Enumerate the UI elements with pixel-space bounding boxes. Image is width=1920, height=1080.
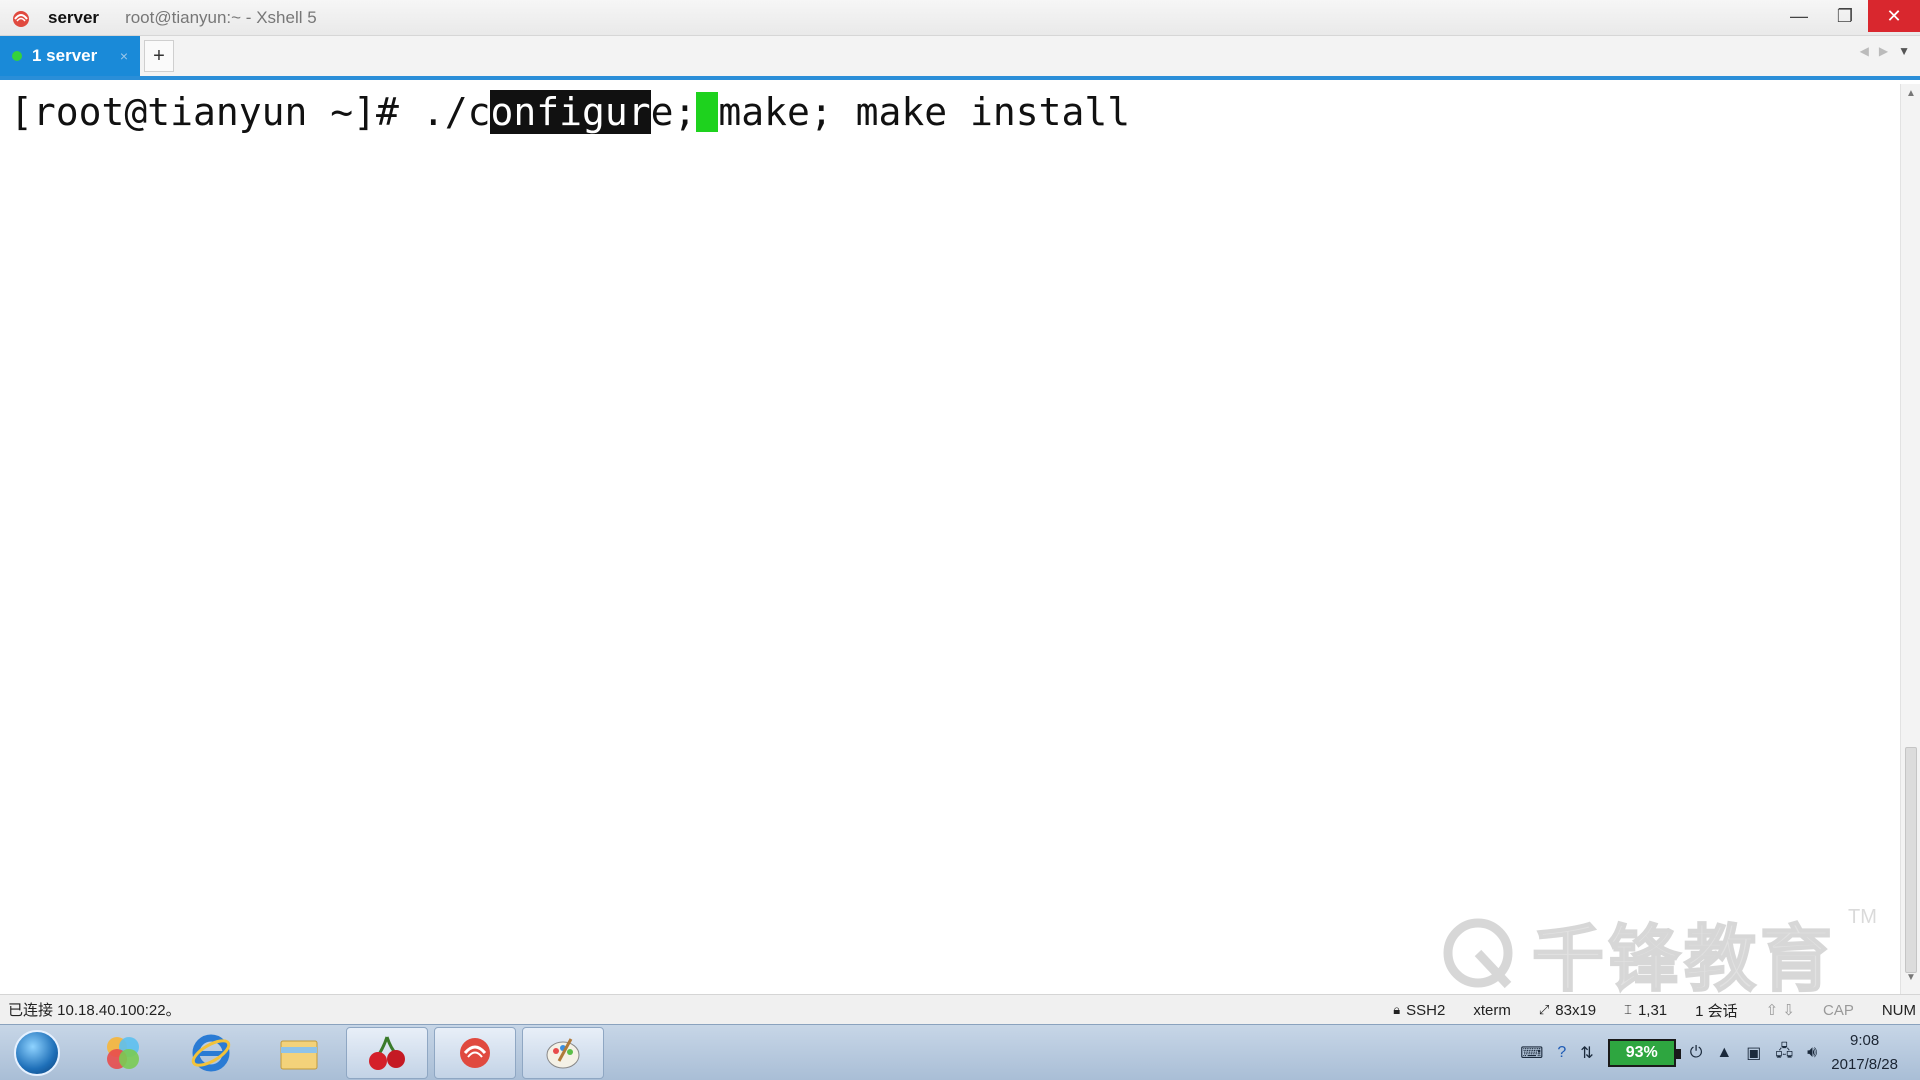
taskbar-app-paint[interactable] xyxy=(522,1026,604,1079)
battery-indicator[interactable]: 93% xyxy=(1607,1039,1681,1067)
shell-prompt: [root@tianyun ~]# xyxy=(10,90,422,134)
status-bar: 已连接 10.18.40.100:22。 🔒︎ SSH2 xterm ⤢ 83x… xyxy=(0,994,1920,1024)
xshell-taskbar-icon xyxy=(460,1037,490,1068)
volume-icon[interactable]: 🔊︎ xyxy=(1807,1044,1817,1062)
terminal-size: 83x19 xyxy=(1555,1001,1597,1019)
watermark-text: 千锋教育 xyxy=(1531,916,1837,1002)
terminal-cursor xyxy=(696,92,719,132)
restore-button[interactable]: ❐ xyxy=(1822,0,1868,32)
keyboard-icon[interactable]: ⌨ xyxy=(1520,1043,1543,1063)
scroll-down-icon[interactable]: ▼ xyxy=(1901,972,1920,990)
protocol-label: SSH2 xyxy=(1406,1001,1446,1019)
vertical-scrollbar[interactable]: ▲ ▼ xyxy=(1900,84,1920,994)
connected-status-icon xyxy=(12,51,22,61)
window-title: root@tianyun:~ - Xshell 5 xyxy=(125,7,317,27)
scroll-arrows-icon[interactable]: ⇧ ⇩ xyxy=(1766,1001,1795,1019)
xshell-app-icon[interactable] xyxy=(10,7,32,29)
taskbar-app-cherry[interactable] xyxy=(346,1026,428,1079)
terminal-size-indicator: ⤢ 83x19 xyxy=(1539,1002,1596,1019)
close-button[interactable]: ✕ xyxy=(1868,0,1920,32)
resize-icon: ⤢ xyxy=(1538,1002,1550,1017)
watermark: 千锋教育 TM xyxy=(1440,900,1877,1005)
qianfeng-logo-icon xyxy=(1443,918,1513,988)
command-text: e; xyxy=(650,90,697,134)
selected-text: onfigur xyxy=(490,90,651,134)
tab-navigation: ◀ ▶ ▼ xyxy=(1860,44,1910,58)
cursor-position: 1,31 xyxy=(1637,1001,1668,1019)
tab-label: 1 server xyxy=(32,46,98,65)
session-name: server xyxy=(48,7,100,27)
tab-server[interactable]: 1 server × xyxy=(0,36,140,76)
terminal-line: [root@tianyun ~]# ./configure; make; make… xyxy=(10,90,1130,134)
clock-date: 2017/8/28 xyxy=(1831,1056,1898,1073)
cursor-position-indicator: ⌶ 1,31 xyxy=(1624,1002,1667,1019)
tab-close-icon[interactable]: × xyxy=(120,48,128,64)
command-text: ./c xyxy=(421,90,491,134)
watermark-tm: TM xyxy=(1848,906,1877,928)
tab-next-icon[interactable]: ▶ xyxy=(1879,44,1888,58)
taskbar-app-explorer[interactable] xyxy=(258,1027,340,1079)
system-tray: ⌨ ? ⇅ 93% ⏻ ▲ ▣ 🖧︎ 🔊︎ 9:08 2017/8/28 xyxy=(1520,1025,1920,1080)
clock-time: 9:08 xyxy=(1850,1032,1880,1049)
new-tab-button[interactable]: + xyxy=(144,40,174,72)
caps-lock-indicator: CAP xyxy=(1822,1001,1854,1019)
internet-explorer-icon xyxy=(191,1034,231,1071)
session-count: 1 会话 xyxy=(1695,1002,1738,1020)
scrollbar-thumb[interactable] xyxy=(1905,747,1917,973)
window-controls: — ❐ ✕ xyxy=(1776,0,1920,34)
device-icon[interactable]: ▣ xyxy=(1746,1043,1761,1063)
folder-icon xyxy=(280,1040,318,1069)
title-bar: server root@tianyun:~ - Xshell 5 — ❐ ✕ xyxy=(0,0,1920,36)
lock-icon: 🔒︎ xyxy=(1393,1002,1401,1017)
colorful-circles-icon xyxy=(107,1036,139,1069)
status-right: 🔒︎ SSH2 xterm ⤢ 83x19 ⌶ 1,31 1 会话 ⇧ ⇩ CA… xyxy=(1393,995,1920,1025)
network-icon[interactable]: 🖧︎ xyxy=(1775,1040,1793,1067)
cherry-icon xyxy=(369,1036,405,1070)
cursor-position-icon: ⌶ xyxy=(1624,1002,1632,1017)
terminal-area[interactable]: [root@tianyun ~]# ./configure; make; make… xyxy=(0,84,1900,994)
terminal-type: xterm xyxy=(1473,1001,1511,1019)
taskbar: ⌨ ? ⇅ 93% ⏻ ▲ ▣ 🖧︎ 🔊︎ 9:08 2017/8/28 xyxy=(0,1024,1920,1080)
connection-status: 已连接 10.18.40.100:22。 xyxy=(8,1002,181,1019)
scroll-up-icon[interactable]: ▲ xyxy=(1901,88,1920,106)
start-button[interactable] xyxy=(10,1026,64,1080)
taskbar-app-colorful[interactable] xyxy=(82,1027,164,1079)
minimize-button[interactable]: — xyxy=(1776,0,1822,32)
command-text: make; make install xyxy=(718,90,1131,134)
taskbar-app-ie[interactable] xyxy=(170,1027,252,1079)
help-icon[interactable]: ? xyxy=(1557,1044,1566,1062)
tab-list-dropdown-icon[interactable]: ▼ xyxy=(1898,44,1910,58)
tab-bar: 1 server × + ◀ ▶ ▼ xyxy=(0,36,1920,80)
taskbar-apps xyxy=(82,1026,604,1079)
num-lock-indicator: NUM xyxy=(1881,1001,1916,1019)
windows-logo-icon xyxy=(14,1029,60,1076)
taskbar-app-xshell[interactable] xyxy=(434,1026,516,1079)
tab-prev-icon[interactable]: ◀ xyxy=(1860,44,1869,58)
paint-palette-icon xyxy=(546,1037,580,1068)
system-clock[interactable]: 9:08 2017/8/28 xyxy=(1831,1029,1898,1077)
power-plug-icon[interactable]: ⏻ xyxy=(1690,1044,1703,1062)
show-hidden-icons[interactable]: ▲ xyxy=(1716,1044,1732,1062)
sync-icon[interactable]: ⇅ xyxy=(1580,1043,1593,1063)
protocol-indicator: 🔒︎ SSH2 xyxy=(1393,1002,1445,1019)
